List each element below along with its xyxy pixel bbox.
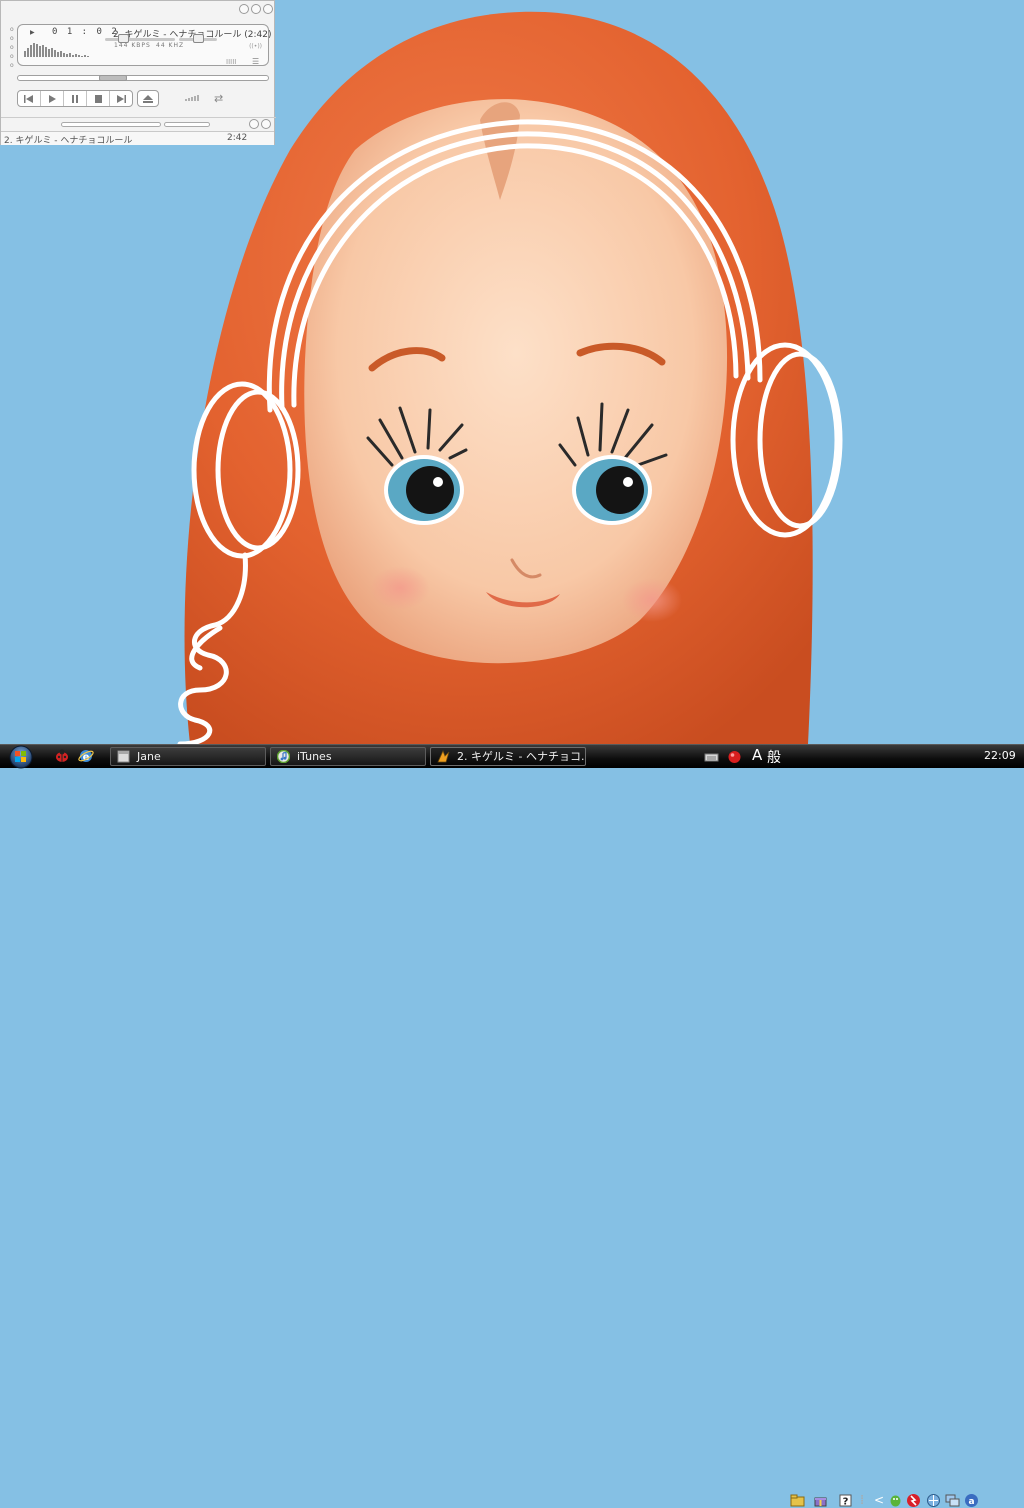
player-main-panel: ooooo ▶ 0 1 : 0 2 2. キゲルミ - ヘナチョコルール (2:… (1, 1, 276, 117)
volume-knob[interactable] (118, 34, 129, 43)
minimize-button[interactable] (239, 4, 249, 14)
svg-text:?: ? (843, 1497, 849, 1508)
taskbar-item-winamp[interactable]: 2. キゲルミ - ヘナチョコ... (430, 747, 586, 766)
playlist-item-time: 2:42 (227, 133, 248, 143)
svg-text:a: a (968, 1497, 974, 1507)
desktop: ooooo ▶ 0 1 : 0 2 2. キゲルミ - ヘナチョコルール (2:… (0, 0, 1024, 744)
ime-conversion-mode[interactable]: 般 (767, 747, 781, 767)
tray-separator: ⁞ (860, 1493, 865, 1508)
playlist-window-buttons (249, 119, 271, 129)
start-button[interactable] (1, 745, 41, 769)
bitrate-label: 144 KBPS (114, 42, 151, 49)
elapsed-time[interactable]: 0 1 : 0 2 (52, 27, 119, 37)
gift-icon[interactable] (813, 1493, 828, 1508)
transport-controls (17, 90, 133, 107)
previous-button[interactable] (18, 91, 41, 106)
play-icon (49, 94, 56, 103)
playlist-item-title: 2. キゲルミ - ヘナチョコルール (4, 136, 133, 146)
close-button[interactable] (263, 4, 273, 14)
window-buttons (239, 4, 273, 14)
pause-icon (72, 94, 78, 103)
seek-thumb[interactable] (99, 75, 127, 81)
ime-mode-indicator[interactable]: A (752, 746, 762, 764)
balance-knob[interactable] (193, 34, 204, 43)
eject-button[interactable] (137, 90, 159, 107)
network-icon[interactable] (926, 1493, 941, 1508)
repeat-icon[interactable]: ⇄ (214, 92, 223, 105)
playlist-slider-right[interactable] (164, 122, 210, 127)
stop-button[interactable] (87, 91, 110, 106)
shuffle-signal-icon[interactable] (185, 95, 201, 101)
volume-slider[interactable] (105, 38, 175, 41)
show-hidden-icon[interactable]: < (874, 1493, 884, 1507)
monitor-icon[interactable] (945, 1493, 960, 1508)
next-icon (117, 94, 126, 103)
taskbar-item-label: iTunes (297, 750, 332, 763)
playlist-button[interactable]: ☰ (252, 57, 259, 66)
winamp-icon (437, 750, 450, 763)
taskbar-item-label: 2. キゲルミ - ヘナチョコ... (457, 750, 586, 763)
shade-button[interactable] (251, 4, 261, 14)
system-tray (700, 745, 1024, 769)
seek-bar[interactable] (17, 75, 269, 81)
green-bug-icon[interactable] (888, 1493, 903, 1508)
playlist-close-button[interactable] (261, 119, 271, 129)
side-menu-dots[interactable]: ooooo (10, 27, 14, 69)
stereo-indicator: ((•)) (249, 43, 262, 50)
stop-icon (95, 94, 102, 103)
playlist-slider-left[interactable] (61, 122, 161, 127)
red-ball-icon[interactable] (727, 749, 742, 764)
itunes-icon (277, 750, 290, 763)
play-indicator-icon: ▶ (30, 29, 35, 36)
pause-button[interactable] (64, 91, 87, 106)
previous-icon (24, 94, 33, 103)
ladybug-icon[interactable] (54, 748, 70, 764)
antivirus-icon[interactable] (906, 1493, 921, 1508)
help-icon[interactable]: ? (838, 1493, 853, 1508)
sample-rate-label: 44 KHZ (156, 42, 185, 49)
blank-window-icon (117, 750, 130, 763)
equalizer-button[interactable]: IIIII (226, 58, 236, 66)
next-button[interactable] (110, 91, 132, 106)
keyboard-icon[interactable] (704, 749, 719, 764)
spectrum-visualizer[interactable] (24, 43, 94, 57)
taskbar-item-jane[interactable]: Jane (110, 747, 266, 766)
playlist-shade-button[interactable] (249, 119, 259, 129)
taskbar: e Jane iTunes 2. キゲルミ - ヘナチョコ... A 般 ? ⁞… (0, 744, 1024, 1508)
eject-icon (143, 94, 153, 103)
folder-icon[interactable] (790, 1493, 805, 1508)
media-player-window[interactable]: ooooo ▶ 0 1 : 0 2 2. キゲルミ - ヘナチョコルール (2:… (0, 0, 276, 146)
internet-explorer-icon[interactable]: e (78, 748, 94, 764)
taskbar-item-label: Jane (137, 750, 161, 763)
playlist-item[interactable]: 2. キゲルミ - ヘナチョコルール 2:42 (1, 131, 274, 146)
clock[interactable]: 22:09 (984, 749, 1016, 762)
app-icon[interactable]: a (964, 1493, 979, 1508)
play-button[interactable] (41, 91, 64, 106)
taskbar-item-itunes[interactable]: iTunes (270, 747, 426, 766)
